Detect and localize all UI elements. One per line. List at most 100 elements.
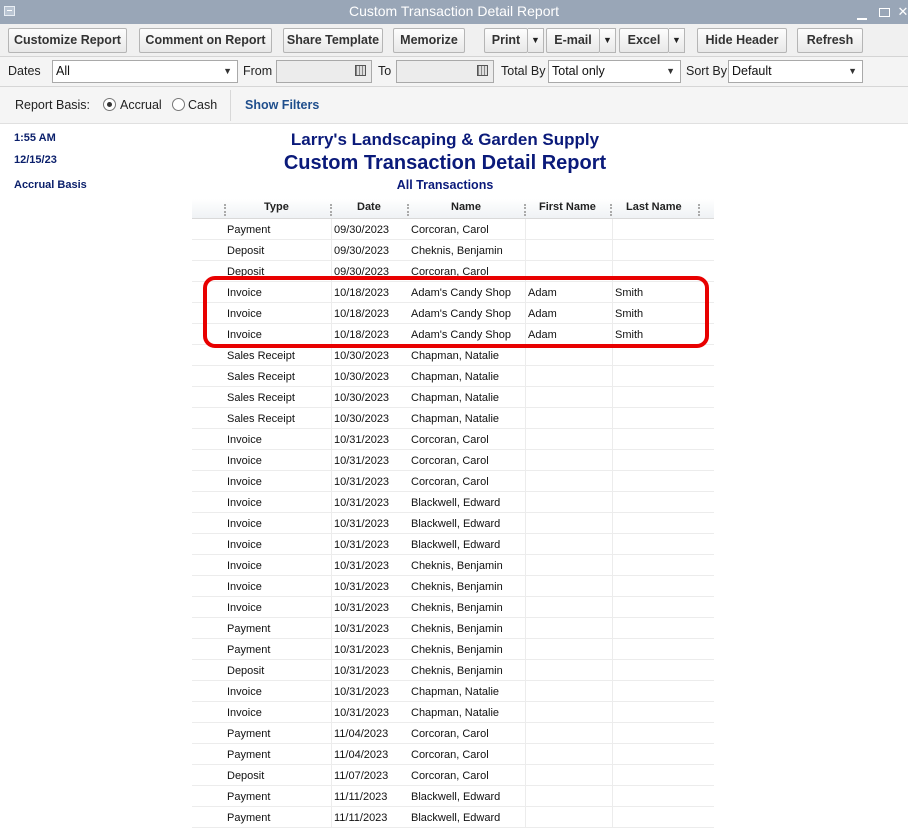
cash-radio[interactable] (172, 98, 185, 111)
cell-type: Invoice (227, 602, 262, 614)
memorize-button[interactable]: Memorize (393, 28, 465, 53)
column-divider (612, 534, 613, 555)
accrual-radio[interactable] (103, 98, 116, 111)
table-row[interactable]: Invoice 10/31/2023 Corcoran, Carol (192, 429, 714, 450)
column-divider (331, 597, 332, 618)
table-row[interactable]: Payment 11/04/2023 Corcoran, Carol (192, 744, 714, 765)
cell-date: 11/11/2023 (334, 791, 388, 803)
cash-label[interactable]: Cash (188, 98, 217, 112)
report-toolbar: Customize Report Comment on Report Share… (0, 24, 908, 57)
table-row[interactable]: Deposit 09/30/2023 Cheknis, Benjamin (192, 240, 714, 261)
close-icon[interactable]: ✕ (893, 0, 908, 24)
total-by-value: Total only (552, 64, 605, 78)
table-row[interactable]: Payment 11/11/2023 Blackwell, Edward (192, 786, 714, 807)
table-row[interactable]: Invoice 10/31/2023 Chapman, Natalie (192, 702, 714, 723)
table-row[interactable]: Invoice 10/31/2023 Chapman, Natalie (192, 681, 714, 702)
column-header-last-name[interactable]: Last Name (626, 201, 682, 218)
comment-on-report-button[interactable]: Comment on Report (139, 28, 272, 53)
table-row[interactable]: Sales Receipt 10/30/2023 Chapman, Natalie (192, 387, 714, 408)
column-resize-handle[interactable] (610, 204, 612, 216)
cell-date: 09/30/2023 (334, 245, 390, 257)
email-button[interactable]: E-mail (546, 28, 600, 53)
accrual-label[interactable]: Accrual (120, 98, 162, 112)
column-resize-handle[interactable] (407, 204, 409, 216)
show-filters-link[interactable]: Show Filters (245, 98, 319, 112)
excel-dropdown-icon[interactable]: ▼ (669, 28, 685, 53)
column-header-type[interactable]: Type (264, 201, 289, 218)
sort-by-select[interactable]: Default ▼ (728, 60, 863, 83)
print-button[interactable]: Print (484, 28, 528, 53)
column-divider (612, 450, 613, 471)
table-row[interactable]: Invoice 10/31/2023 Corcoran, Carol (192, 450, 714, 471)
table-row[interactable]: Sales Receipt 10/30/2023 Chapman, Natalie (192, 345, 714, 366)
column-resize-handle[interactable] (698, 204, 700, 216)
column-divider (525, 513, 526, 534)
column-divider (331, 639, 332, 660)
column-divider (525, 429, 526, 450)
table-row[interactable]: Deposit 11/07/2023 Corcoran, Carol (192, 765, 714, 786)
column-divider (525, 576, 526, 597)
cell-date: 10/31/2023 (334, 518, 390, 530)
column-header-date[interactable]: Date (357, 201, 381, 218)
column-resize-handle[interactable] (224, 204, 226, 216)
column-divider (525, 366, 526, 387)
table-row[interactable]: Invoice 10/31/2023 Cheknis, Benjamin (192, 597, 714, 618)
total-by-select[interactable]: Total only ▼ (548, 60, 681, 83)
cell-date: 11/07/2023 (334, 770, 389, 782)
window-title: Custom Transaction Detail Report (348, 3, 560, 19)
hide-header-button[interactable]: Hide Header (697, 28, 787, 53)
column-divider (331, 534, 332, 555)
table-row[interactable]: Payment 11/11/2023 Blackwell, Edward (192, 807, 714, 828)
column-resize-handle[interactable] (524, 204, 526, 216)
table-row[interactable]: Payment 11/04/2023 Corcoran, Carol (192, 723, 714, 744)
column-divider (612, 660, 613, 681)
table-row[interactable]: Invoice 10/31/2023 Blackwell, Edward (192, 534, 714, 555)
print-dropdown-icon[interactable]: ▼ (528, 28, 544, 53)
cell-type: Payment (227, 644, 271, 656)
to-label: To (378, 64, 392, 78)
table-row[interactable]: Invoice 10/31/2023 Corcoran, Carol (192, 471, 714, 492)
column-header-name[interactable]: Name (451, 201, 481, 218)
calendar-icon[interactable] (355, 65, 366, 76)
cell-name: Blackwell, Edward (411, 539, 501, 551)
table-row[interactable]: Invoice 10/31/2023 Cheknis, Benjamin (192, 555, 714, 576)
dates-value: All (56, 64, 70, 78)
column-resize-handle[interactable] (330, 204, 332, 216)
to-date-field[interactable] (396, 60, 494, 83)
table-row[interactable]: Payment 10/31/2023 Cheknis, Benjamin (192, 618, 714, 639)
cell-type: Invoice (227, 707, 262, 719)
table-row[interactable]: Invoice 10/31/2023 Cheknis, Benjamin (192, 576, 714, 597)
table-row[interactable]: Sales Receipt 10/30/2023 Chapman, Natalie (192, 408, 714, 429)
dates-select[interactable]: All ▼ (52, 60, 238, 83)
cell-date: 10/31/2023 (334, 434, 390, 446)
cell-date: 10/31/2023 (334, 623, 390, 635)
column-divider (612, 723, 613, 744)
column-divider (612, 429, 613, 450)
customize-report-button[interactable]: Customize Report (8, 28, 127, 53)
cell-date: 11/04/2023 (334, 728, 389, 740)
table-row[interactable]: Invoice 10/31/2023 Blackwell, Edward (192, 492, 714, 513)
maximize-icon[interactable] (874, 0, 894, 24)
table-row[interactable]: Sales Receipt 10/30/2023 Chapman, Natalie (192, 366, 714, 387)
refresh-button[interactable]: Refresh (797, 28, 863, 53)
column-divider (331, 408, 332, 429)
column-divider (331, 744, 332, 765)
from-date-field[interactable] (276, 60, 372, 83)
table-row[interactable]: Payment 09/30/2023 Corcoran, Carol (192, 219, 714, 240)
excel-button[interactable]: Excel (619, 28, 669, 53)
table-row[interactable]: Payment 10/31/2023 Cheknis, Benjamin (192, 639, 714, 660)
cell-type: Sales Receipt (227, 350, 295, 362)
column-divider (331, 681, 332, 702)
minimize-icon[interactable] (852, 0, 872, 24)
table-row[interactable]: Deposit 10/31/2023 Cheknis, Benjamin (192, 660, 714, 681)
filter-bar: Dates All ▼ From To Total By Total only … (0, 57, 908, 87)
cell-date: 10/30/2023 (334, 413, 390, 425)
share-template-button[interactable]: Share Template (283, 28, 383, 53)
table-row[interactable]: Invoice 10/31/2023 Blackwell, Edward (192, 513, 714, 534)
email-dropdown-icon[interactable]: ▼ (600, 28, 616, 53)
sort-by-label: Sort By (686, 64, 727, 78)
calendar-icon[interactable] (477, 65, 488, 76)
column-divider (331, 345, 332, 366)
window-menu-icon[interactable] (4, 6, 15, 16)
column-header-first-name[interactable]: First Name (539, 201, 596, 218)
